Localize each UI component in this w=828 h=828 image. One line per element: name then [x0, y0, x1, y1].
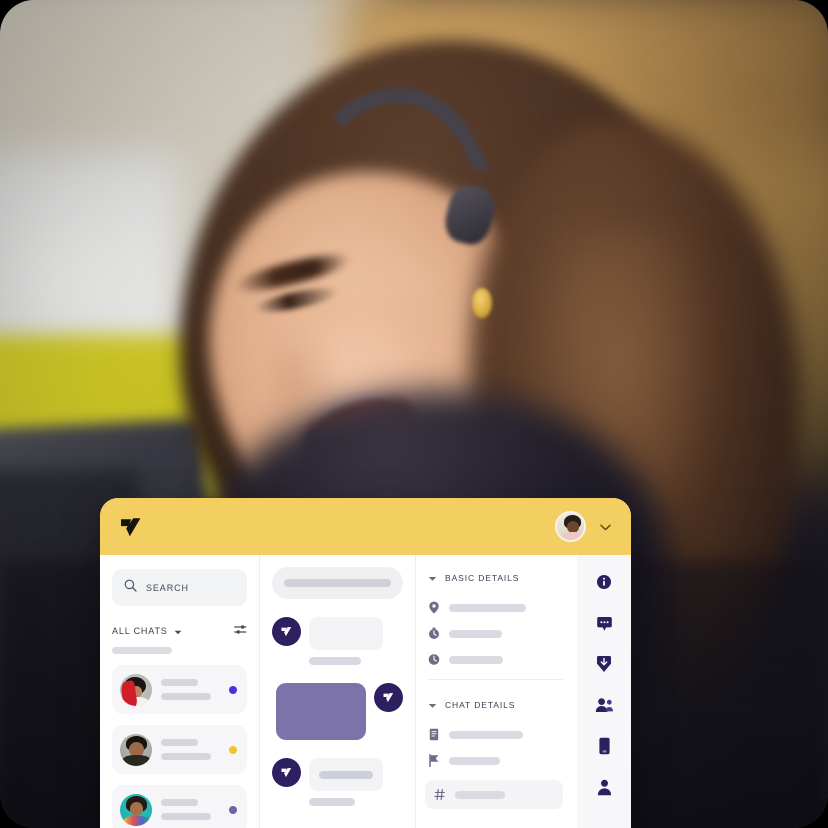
brand-v-logo-icon — [374, 683, 403, 712]
avatar — [120, 733, 152, 766]
message-content — [309, 758, 383, 806]
screenshot-root: SEARCH ALL CHATS BASIC DETAILS CHAT DETA… — [0, 0, 828, 828]
message-row-incoming — [272, 617, 403, 665]
detail-row[interactable] — [428, 728, 563, 741]
list-item-text-placeholder — [161, 739, 220, 760]
search-icon — [124, 579, 137, 597]
list-item[interactable] — [112, 785, 247, 828]
filter-dropdown-label[interactable]: ALL CHATS — [112, 626, 168, 636]
section-header-chat-details[interactable]: CHAT DETAILS — [428, 696, 563, 714]
detail-field-input[interactable] — [425, 780, 563, 809]
search-placeholder: SEARCH — [146, 582, 189, 593]
detail-value-placeholder — [449, 655, 503, 664]
document-icon — [428, 728, 440, 741]
list-item-text-placeholder — [161, 799, 220, 820]
brand-v-logo-icon[interactable] — [118, 514, 144, 540]
detail-row[interactable] — [428, 653, 563, 666]
list-item[interactable] — [112, 725, 247, 774]
section-title: CHAT DETAILS — [445, 700, 516, 710]
list-item[interactable] — [112, 665, 247, 714]
status-badge — [229, 685, 237, 694]
message-row-incoming — [272, 758, 403, 806]
caret-down-icon[interactable] — [428, 569, 437, 587]
section-title: BASIC DETAILS — [445, 573, 520, 583]
brand-v-logo-icon — [272, 617, 301, 646]
flag-icon — [428, 754, 440, 768]
detail-value-placeholder — [449, 603, 526, 612]
clock-icon — [428, 653, 440, 666]
sliders-icon[interactable] — [234, 622, 247, 640]
search-input[interactable]: SEARCH — [112, 569, 247, 606]
app-window: SEARCH ALL CHATS BASIC DETAILS CHAT DETA… — [100, 498, 631, 828]
detail-value-placeholder — [449, 629, 502, 638]
message-meta-placeholder — [309, 798, 355, 806]
message-meta-placeholder — [309, 657, 361, 665]
timer-icon — [428, 627, 440, 640]
caret-down-icon[interactable] — [428, 696, 437, 714]
caret-down-icon[interactable] — [174, 622, 182, 640]
info-circle-icon[interactable] — [593, 571, 615, 593]
location-pin-icon — [428, 601, 440, 614]
brand-v-logo-icon — [272, 758, 301, 787]
chats-filter-row: ALL CHATS — [112, 622, 247, 640]
status-badge — [229, 745, 237, 754]
app-body: SEARCH ALL CHATS BASIC DETAILS CHAT DETA… — [100, 555, 631, 828]
detail-row[interactable] — [428, 627, 563, 640]
conversation-search-input[interactable] — [272, 567, 403, 599]
detail-value-placeholder — [449, 756, 500, 765]
avatar[interactable] — [555, 511, 586, 542]
section-header-basic-details[interactable]: BASIC DETAILS — [428, 569, 563, 587]
message-content — [309, 617, 383, 665]
chevron-down-icon[interactable] — [586, 518, 611, 536]
hash-icon — [434, 788, 446, 801]
detail-row[interactable] — [428, 754, 563, 768]
detail-row[interactable] — [428, 601, 563, 614]
message-bubble[interactable] — [309, 758, 383, 791]
chats-panel: SEARCH ALL CHATS — [100, 555, 260, 828]
chat-bubble-icon[interactable] — [593, 612, 615, 634]
status-badge — [229, 805, 237, 814]
avatar — [120, 673, 152, 706]
detail-value-placeholder — [449, 730, 523, 739]
download-badge-icon[interactable] — [593, 653, 615, 675]
icon-rail — [577, 555, 631, 828]
people-icon[interactable] — [593, 694, 615, 716]
details-panel: BASIC DETAILS CHAT DETAILS — [416, 555, 577, 828]
section-divider — [428, 679, 563, 680]
list-item-text-placeholder — [161, 679, 220, 700]
conversation-panel — [260, 555, 416, 828]
message-bubble[interactable] — [276, 683, 366, 740]
filter-subtitle-placeholder — [112, 647, 172, 654]
person-icon[interactable] — [593, 776, 615, 798]
mobile-device-icon[interactable] — [593, 735, 615, 757]
avatar — [120, 793, 152, 826]
app-header — [100, 498, 631, 555]
detail-value-placeholder — [455, 790, 505, 799]
message-row-outgoing — [272, 683, 403, 740]
message-bubble[interactable] — [309, 617, 383, 650]
